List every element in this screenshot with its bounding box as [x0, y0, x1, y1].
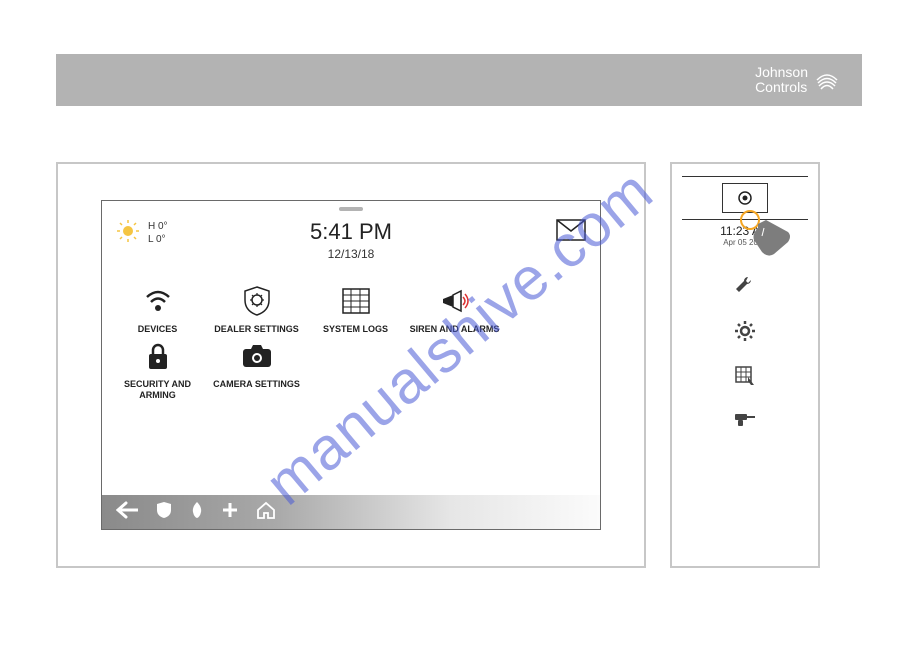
- side-toolbar: [733, 275, 757, 433]
- pointer-hand-icon: [748, 218, 792, 263]
- date-value: 12/13/18: [310, 247, 392, 261]
- flame-icon[interactable]: [190, 501, 204, 524]
- shield-icon[interactable]: [156, 501, 172, 524]
- header-bar: Johnson Controls: [56, 54, 862, 106]
- record-icon: [737, 190, 753, 206]
- brand-line2: Controls: [755, 80, 808, 95]
- touch-panel-frame: H 0° L 0° 5:41 PM 12/13/18: [56, 162, 646, 568]
- clock-display: 5:41 PM 12/13/18: [310, 219, 392, 261]
- tile-grid: DEVICES DEALER SETTINGS SYSTEM LOGS SIRE…: [102, 269, 600, 414]
- tile-label: CAMERA SETTINGS: [213, 379, 300, 389]
- side-panel: 11:23 AM Apr 05 2021: [670, 162, 820, 568]
- gear-icon[interactable]: [734, 320, 756, 347]
- wrench-icon[interactable]: [734, 275, 756, 302]
- bottom-nav-bar: [102, 495, 600, 529]
- wifi-icon: [143, 283, 173, 319]
- sun-icon: [116, 219, 140, 248]
- table-icon: [341, 283, 371, 319]
- separator: [682, 176, 808, 177]
- tile-label: DEALER SETTINGS: [214, 324, 299, 334]
- plus-icon[interactable]: [222, 502, 238, 523]
- side-camera-button[interactable]: [722, 183, 768, 213]
- brand-line1: Johnson: [755, 65, 808, 80]
- home-icon[interactable]: [256, 501, 276, 524]
- tile-siren-alarms[interactable]: SIREN AND ALARMS: [407, 283, 502, 334]
- tile-label: SIREN AND ALARMS: [410, 324, 500, 334]
- side-clock[interactable]: 11:23 AM Apr 05 2021: [682, 224, 808, 247]
- back-arrow-icon[interactable]: [116, 501, 138, 524]
- johnson-controls-logo: Johnson Controls: [755, 65, 840, 96]
- tile-devices[interactable]: DEVICES: [110, 283, 205, 334]
- touch-panel-icon[interactable]: [734, 365, 756, 392]
- tile-security-arming[interactable]: SECURITY AND ARMING: [110, 338, 205, 400]
- shield-gear-icon: [242, 283, 272, 319]
- tile-system-logs[interactable]: SYSTEM LOGS: [308, 283, 403, 334]
- tile-camera-settings[interactable]: CAMERA SETTINGS: [209, 338, 304, 400]
- tile-label: DEVICES: [138, 324, 178, 334]
- panel-screen: H 0° L 0° 5:41 PM 12/13/18: [101, 200, 601, 530]
- temp-high: H 0°: [148, 221, 168, 234]
- megaphone-icon: [439, 283, 471, 319]
- temp-low: L 0°: [148, 234, 168, 247]
- camera-icon: [241, 338, 273, 374]
- weather-widget[interactable]: H 0° L 0°: [116, 219, 256, 248]
- mail-icon[interactable]: [556, 219, 586, 246]
- drag-handle-icon[interactable]: [339, 207, 363, 211]
- tile-label: SYSTEM LOGS: [323, 324, 388, 334]
- time-value: 5:41 PM: [310, 219, 392, 245]
- lock-icon: [146, 338, 170, 374]
- tile-dealer-settings[interactable]: DEALER SETTINGS: [209, 283, 304, 334]
- drill-icon[interactable]: [733, 410, 757, 433]
- brand-mark-icon: [814, 67, 840, 93]
- tile-label: SECURITY AND ARMING: [110, 379, 205, 400]
